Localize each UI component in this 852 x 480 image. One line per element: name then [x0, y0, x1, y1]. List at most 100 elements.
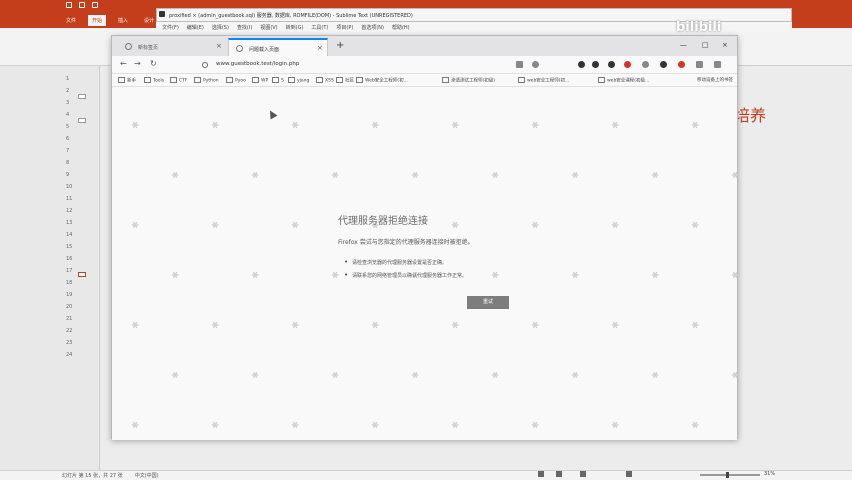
bookmark-item[interactable]: web安全工程师(初...	[518, 77, 569, 84]
background-glyph: ✱	[450, 319, 462, 333]
extension-icon[interactable]	[592, 61, 599, 68]
bookmark-item[interactable]: Pyoo	[226, 77, 246, 84]
background-glyph: ✱	[450, 419, 462, 433]
menu-item[interactable]: 视图(V)	[260, 24, 277, 31]
slide-number: 15	[66, 244, 73, 250]
menu-item[interactable]: 项目(P)	[336, 24, 353, 31]
slide-number: 9	[66, 172, 70, 178]
slide-number: 18	[66, 280, 73, 286]
background-glyph: ✱	[410, 169, 422, 183]
bookmark-item[interactable]: web安全课程(初级...	[598, 77, 649, 84]
mobile-bookmarks[interactable]: 移动设备上的书签	[697, 77, 733, 83]
tab-file[interactable]: 文件	[62, 15, 80, 26]
zoom-level[interactable]: 31%	[764, 471, 775, 477]
extension-icon[interactable]	[696, 61, 703, 68]
menu-item[interactable]: 工具(T)	[311, 24, 328, 31]
tab-label: 新标签页	[138, 45, 159, 51]
bookmarks-toolbar: 新手 Tools CTF Python Pyoo WP S yjang XSS …	[112, 74, 737, 87]
slide-thumbnail-selected[interactable]	[78, 272, 86, 277]
firefox-window: 新标签页 × 问题载入页面 × + — □ × ← → ↻ www.guestb…	[111, 35, 742, 440]
bookmark-item[interactable]: Web安全工程师(初...	[356, 77, 408, 84]
slide-thumbnail[interactable]	[78, 94, 86, 99]
bookmark-item[interactable]: 渗透测试工程师(初级)	[442, 77, 495, 84]
bookmark-star-icon[interactable]	[532, 61, 539, 68]
minimize-icon[interactable]: —	[680, 41, 687, 49]
background-glyph: ✱	[210, 119, 222, 133]
close-tab-icon[interactable]: ×	[317, 44, 323, 52]
slide-number: 6	[66, 136, 70, 142]
bookmark-item[interactable]: S	[272, 77, 284, 84]
reload-icon[interactable]: ↻	[150, 59, 157, 68]
slide-thumbnail[interactable]	[78, 118, 86, 123]
background-glyph: ✱	[450, 119, 462, 133]
tab-problem-loading-page[interactable]: 问题载入页面 ×	[228, 38, 328, 56]
menu-item[interactable]: 转到(G)	[286, 24, 304, 31]
tab-new-tab[interactable]: 新标签页 ×	[118, 38, 228, 56]
bookmark-item[interactable]: 社区	[336, 77, 354, 84]
back-arrow-icon[interactable]: ←	[120, 59, 127, 68]
background-glyph: ✱	[170, 369, 182, 383]
slide-number: 17	[66, 268, 73, 274]
background-glyph: ✱	[530, 219, 542, 233]
background-glyph: ✱	[610, 119, 622, 133]
taskbar-app-icon[interactable]	[626, 471, 632, 477]
extension-icon[interactable]	[678, 61, 685, 68]
zoom-slider-track[interactable]	[700, 474, 760, 476]
background-glyph: ✱	[610, 419, 622, 433]
slide-number: 4	[66, 112, 70, 118]
slide-counter: 幻灯片 第 15 张，共 27 张	[62, 473, 123, 479]
taskbar-app-icon[interactable]	[538, 471, 544, 477]
screen: 文件 开始 插入 设计 1 2 3 4 5 6 7 8 9 10 11 12 1…	[0, 0, 852, 480]
background-glyph: ✱	[530, 319, 542, 333]
background-glyph: ✱	[290, 219, 302, 233]
library-icon[interactable]	[516, 61, 523, 68]
bilibili-watermark: bilibili	[676, 20, 722, 35]
background-glyph: ✱	[210, 319, 222, 333]
background-glyph: ✱	[130, 219, 142, 233]
menu-item[interactable]: 文件(F)	[162, 24, 179, 31]
suggestion-item: 请检查浏览器的代理服务器设置是否正确。	[344, 258, 467, 266]
close-tab-icon[interactable]: ×	[216, 42, 222, 50]
tab-home[interactable]: 开始	[88, 14, 107, 26]
taskbar-app-icon[interactable]	[580, 471, 586, 477]
zoom-slider-handle[interactable]	[726, 472, 729, 478]
slide-number: 12	[66, 208, 73, 214]
bookmark-item[interactable]: XSS	[316, 77, 334, 84]
bookmark-item[interactable]: Python	[194, 77, 219, 84]
slide-number: 20	[66, 304, 73, 310]
undo-icon[interactable]	[79, 2, 85, 8]
slide-number: 10	[66, 184, 73, 190]
redo-icon[interactable]	[92, 2, 98, 8]
tab-insert[interactable]: 插入	[114, 15, 132, 26]
retry-button[interactable]: 重试	[467, 296, 509, 309]
forward-arrow-icon[interactable]: →	[134, 59, 141, 68]
menu-item[interactable]: 选择(S)	[212, 24, 229, 31]
menu-item[interactable]: 查找(I)	[237, 24, 252, 31]
close-window-icon[interactable]: ×	[722, 41, 728, 49]
bookmark-item[interactable]: WP	[252, 77, 268, 84]
menu-item[interactable]: 首选项(N)	[361, 24, 384, 31]
bookmark-item[interactable]: Tools	[144, 77, 164, 84]
extension-icon[interactable]	[608, 61, 615, 68]
extension-icon[interactable]	[642, 61, 649, 68]
url-bar[interactable]: www.guestbook.test/login.php	[198, 59, 582, 71]
menu-hamburger-icon[interactable]	[714, 61, 721, 68]
bookmark-item[interactable]: 新手	[118, 77, 136, 84]
error-page: ✱ ✱ ✱ ✱ ✱ ✱ ✱ ✱ ✱ ✱ ✱ ✱ ✱ ✱ ✱ ✱ ✱ ✱ ✱ ✱ ✱ ✱ ✱ ✱ ✱ ✱ ✱ ✱ ✱ ✱ ✱ ✱ ✱ ✱ ✱ ✱ ✱ ✱ ✱ ✱…	[112, 87, 742, 440]
background-glyph: ✱	[370, 119, 382, 133]
maximize-icon[interactable]: □	[702, 41, 709, 49]
save-icon[interactable]	[66, 2, 72, 8]
extension-icon[interactable]	[578, 61, 585, 68]
hackbar-icon[interactable]	[624, 61, 631, 68]
language-indicator[interactable]: 中文(中国)	[135, 472, 159, 479]
warning-icon	[236, 45, 243, 52]
background-glyph: ✱	[690, 219, 702, 233]
bookmark-item[interactable]: CTF	[170, 77, 187, 84]
extension-icon[interactable]	[660, 61, 667, 68]
taskbar-app-icon[interactable]	[556, 471, 562, 477]
bookmark-item[interactable]: yjang	[288, 77, 309, 84]
menu-item[interactable]: 编辑(E)	[187, 24, 204, 31]
new-tab-plus-icon[interactable]: +	[336, 40, 344, 51]
menu-item[interactable]: 帮助(H)	[392, 24, 410, 31]
tab-label: 问题载入页面	[249, 47, 280, 53]
